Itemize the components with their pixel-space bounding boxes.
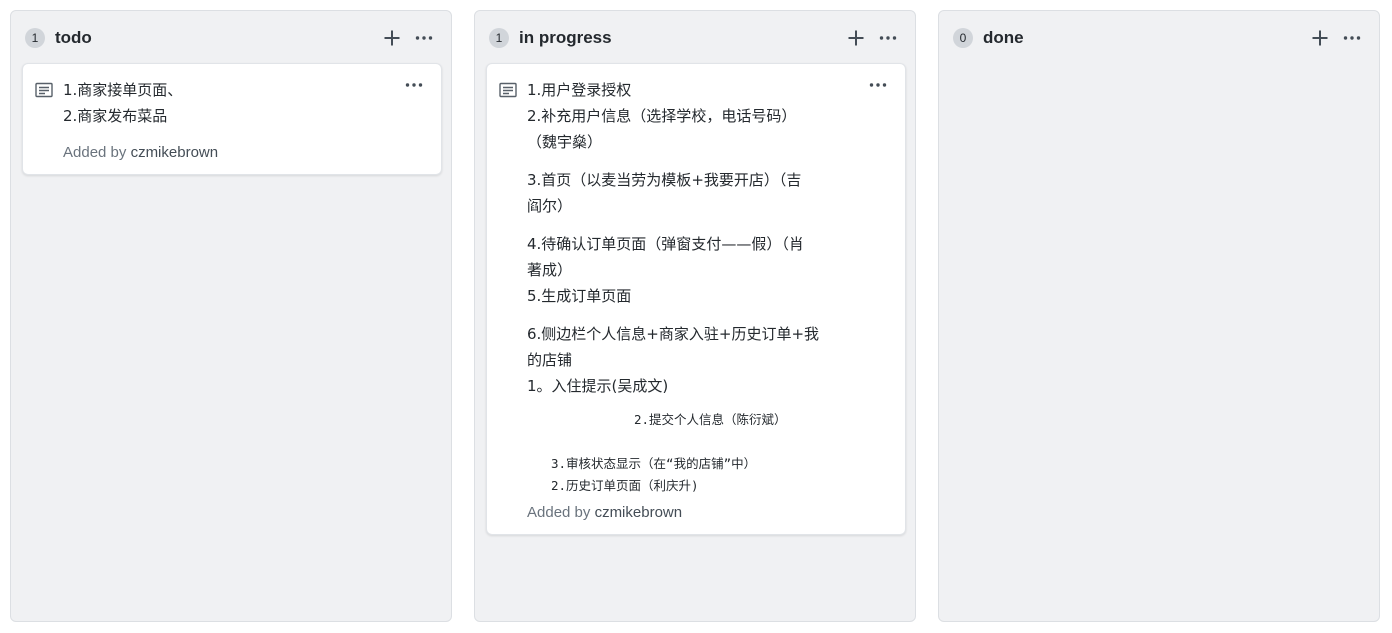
- code-line: 2.历史订单页面（利庆升): [551, 478, 699, 493]
- note-line: 5.生成订单页面: [527, 287, 632, 305]
- note-line: 4.待确认订单页面（弹窗支付——假）（肖: [527, 235, 804, 253]
- note-card[interactable]: 1.商家接单页面、 2.商家发布菜品 Added by czmikebrown: [22, 63, 442, 175]
- column-title: todo: [55, 28, 92, 47]
- code-line: 3.审核状态显示（在“我的店铺”中）: [551, 456, 757, 471]
- note-line: 的店铺: [527, 351, 573, 369]
- column-header: 0 done: [953, 25, 1365, 51]
- card-added-by: Added by czmikebrown: [63, 144, 218, 161]
- note-line: 6.侧边栏个人信息+商家入驻+历史订单+我: [527, 325, 820, 343]
- column-count-badge: 1: [25, 28, 45, 48]
- column-actions: [1307, 25, 1365, 51]
- plus-icon[interactable]: [843, 25, 869, 51]
- card-note-text: 1.用户登录授权 2.补充用户信息（选择学校，电话号码） （魏宇燊） 3.首页（…: [527, 77, 861, 497]
- added-by-user-link[interactable]: czmikebrown: [131, 144, 219, 161]
- note-line: 2.商家发布菜品: [63, 107, 168, 125]
- plus-icon[interactable]: [1307, 25, 1333, 51]
- column-actions: [843, 25, 901, 51]
- card-added-by: Added by czmikebrown: [527, 504, 682, 521]
- card-menu-kebab-icon[interactable]: [865, 72, 891, 98]
- column-done: 0 done: [938, 10, 1380, 622]
- column-header: 1 in progress: [489, 25, 901, 51]
- card-note-text: 1.商家接单页面、 2.商家发布菜品: [63, 77, 397, 129]
- note-line: 2.补充用户信息（选择学校，电话号码）: [527, 107, 797, 125]
- added-by-user-link[interactable]: czmikebrown: [595, 504, 683, 521]
- note-line: 阎尔）: [527, 197, 573, 215]
- kebab-horizontal-icon[interactable]: [411, 25, 437, 51]
- column-title: done: [983, 28, 1024, 47]
- kebab-horizontal-icon[interactable]: [875, 25, 901, 51]
- note-line: 1.商家接单页面、: [63, 81, 183, 99]
- note-line: 1。入住提示(吴成文): [527, 377, 669, 395]
- column-count-badge: 1: [489, 28, 509, 48]
- column-in-progress: 1 in progress 1.用户登录授权 2.补充用户信息（选择学校，电话号…: [474, 10, 916, 622]
- column-header: 1 todo: [25, 25, 437, 51]
- column-actions: [379, 25, 437, 51]
- note-line: 1.用户登录授权: [527, 81, 632, 99]
- plus-icon[interactable]: [379, 25, 405, 51]
- added-by-prefix: Added by: [527, 504, 591, 521]
- code-line: 2.提交个人信息（陈衍斌）: [634, 412, 787, 427]
- column-count-badge: 0: [953, 28, 973, 48]
- project-board: 1 todo 1.商家接单页面、 2.商家发布菜品 Added by czmik…: [0, 0, 1392, 633]
- note-line: 著成）: [527, 261, 573, 279]
- column-title: in progress: [519, 28, 612, 47]
- column-todo: 1 todo 1.商家接单页面、 2.商家发布菜品 Added by czmik…: [10, 10, 452, 622]
- added-by-prefix: Added by: [63, 144, 127, 161]
- note-icon: [499, 82, 517, 98]
- kebab-horizontal-icon[interactable]: [1339, 25, 1365, 51]
- card-menu-kebab-icon[interactable]: [401, 72, 427, 98]
- note-icon: [35, 82, 53, 98]
- note-line: （魏宇燊）: [527, 133, 603, 151]
- note-line: 3.首页（以麦当劳为模板+我要开店）（吉: [527, 171, 802, 189]
- note-card[interactable]: 1.用户登录授权 2.补充用户信息（选择学校，电话号码） （魏宇燊） 3.首页（…: [486, 63, 906, 535]
